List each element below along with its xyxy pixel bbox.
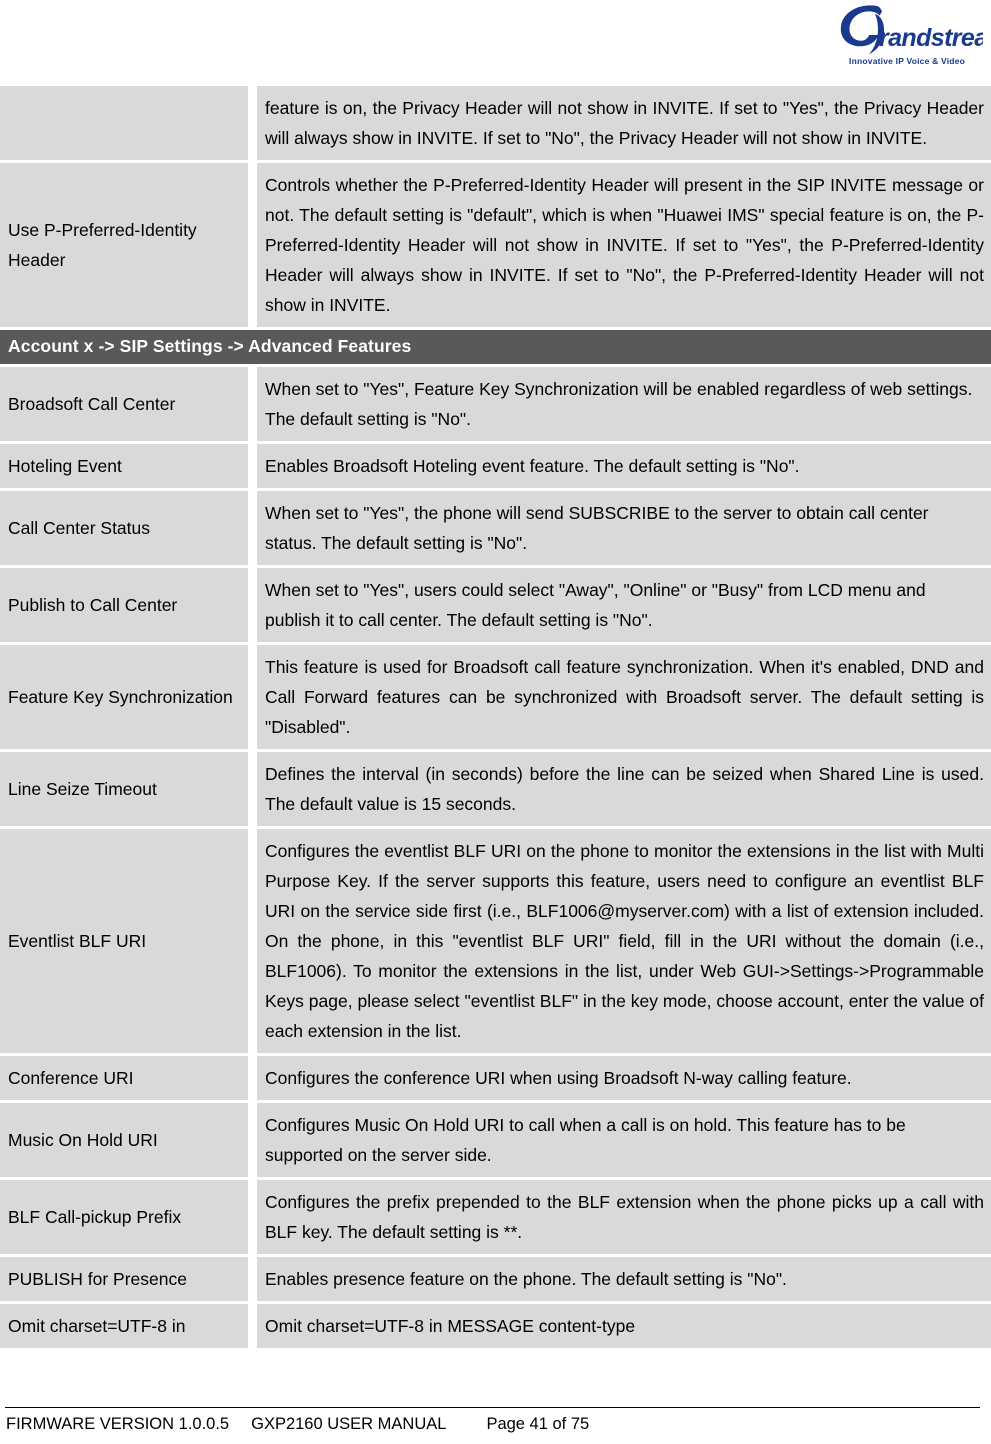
row-description: Enables presence feature on the phone. T… [257,1257,991,1301]
row-description: When set to "Yes", Feature Key Synchroni… [257,367,991,441]
row-label: Feature Key Synchronization [0,645,248,749]
table-row: Call Center Status When set to "Yes", th… [0,491,991,565]
page-header: randstream Innovative IP Voice & Video [0,0,991,82]
table-row: Use P-Preferred-Identity Header Controls… [0,163,991,327]
table-row: Eventlist BLF URI Configures the eventli… [0,829,991,1053]
row-description: Controls whether the P-Preferred-Identit… [257,163,991,327]
footer-divider [5,1407,980,1408]
row-description: Configures Music On Hold URI to call whe… [257,1103,991,1177]
row-label: Hoteling Event [0,444,248,488]
row-label: Eventlist BLF URI [0,829,248,1053]
row-description: Configures the prefix prepended to the B… [257,1180,991,1254]
section-header-row: Account x -> SIP Settings -> Advanced Fe… [0,330,991,364]
table-row: Broadsoft Call Center When set to "Yes",… [0,367,991,441]
row-description: Configures the conference URI when using… [257,1056,991,1100]
page-footer: FIRMWARE VERSION 1.0.0.5 GXP2160 USER MAN… [0,1407,991,1436]
row-label: Line Seize Timeout [0,752,248,826]
table-row: feature is on, the Privacy Header will n… [0,86,991,160]
table-row: Music On Hold URI Configures Music On Ho… [0,1103,991,1177]
row-label: Music On Hold URI [0,1103,248,1177]
row-label: Broadsoft Call Center [0,367,248,441]
table-row: Hoteling Event Enables Broadsoft Hotelin… [0,444,991,488]
table-row: BLF Call-pickup Prefix Configures the pr… [0,1180,991,1254]
row-label: Omit charset=UTF-8 in [0,1304,248,1348]
footer-page-number: Page 41 of 75 [486,1415,590,1433]
table-row: Publish to Call Center When set to "Yes"… [0,568,991,642]
row-description: feature is on, the Privacy Header will n… [257,86,991,160]
table-row: Conference URI Configures the conference… [0,1056,991,1100]
table-row: PUBLISH for Presence Enables presence fe… [0,1257,991,1301]
section-title: Account x -> SIP Settings -> Advanced Fe… [8,336,412,356]
table-row: Omit charset=UTF-8 in Omit charset=UTF-8… [0,1304,991,1348]
row-label: PUBLISH for Presence [0,1257,248,1301]
table-row: Line Seize Timeout Defines the interval … [0,752,991,826]
row-label: Publish to Call Center [0,568,248,642]
svg-text:randstream: randstream [879,24,983,52]
row-label: Call Center Status [0,491,248,565]
footer-firmware-version: FIRMWARE VERSION 1.0.0.5 [6,1415,230,1433]
grandstream-wordmark-icon: randstream [831,2,983,58]
row-description: This feature is used for Broadsoft call … [257,645,991,749]
row-label: Conference URI [0,1056,248,1100]
footer-manual-title: GXP2160 USER MANUAL [251,1415,447,1433]
row-description: Enables Broadsoft Hoteling event feature… [257,444,991,488]
settings-description-table: feature is on, the Privacy Header will n… [0,86,991,1351]
row-label [0,86,248,160]
row-description: Omit charset=UTF-8 in MESSAGE content-ty… [257,1304,991,1348]
footer-text-line: FIRMWARE VERSION 1.0.0.5 GXP2160 USER MAN… [0,1412,991,1436]
row-label: BLF Call-pickup Prefix [0,1180,248,1254]
grandstream-logo: randstream Innovative IP Voice & Video [831,2,983,76]
row-description: When set to "Yes", the phone will send S… [257,491,991,565]
row-label: Use P-Preferred-Identity Header [0,163,248,327]
row-description: When set to "Yes", users could select "A… [257,568,991,642]
row-description: Defines the interval (in seconds) before… [257,752,991,826]
table-row: Feature Key Synchronization This feature… [0,645,991,749]
row-description: Configures the eventlist BLF URI on the … [257,829,991,1053]
